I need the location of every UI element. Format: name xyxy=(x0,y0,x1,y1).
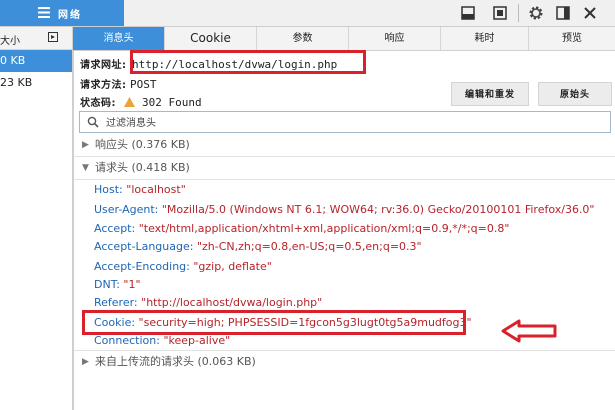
request-url-label: 请求网址: xyxy=(80,60,127,71)
request-size: 23 KB xyxy=(0,76,33,89)
request-headers-label: 请求头 (0.418 KB) xyxy=(95,161,190,174)
header-row: DNT: "1" xyxy=(94,278,141,291)
undock-icon[interactable] xyxy=(493,6,507,20)
expand-arrow-icon: ▶ xyxy=(82,140,89,150)
status-code-value: 302 Found xyxy=(142,96,202,109)
expand-arrow-icon: ▶ xyxy=(82,357,89,367)
request-list: 大小 0 KB 23 KB xyxy=(0,27,73,410)
detail-tabs: 消息头 Cookie 参数 响应 耗时 预览 xyxy=(73,27,615,51)
tab-cookie[interactable]: Cookie xyxy=(165,27,257,50)
header-value: "Mozilla/5.0 (Windows NT 6.1; WOW64; rv:… xyxy=(161,203,595,216)
status-code-line: 状态码: 302 Found xyxy=(80,94,202,109)
header-value: "1" xyxy=(123,278,141,291)
collapse-arrow-icon: ▼ xyxy=(82,163,89,173)
filter-input[interactable] xyxy=(104,114,598,132)
edit-resend-button[interactable]: 编辑和重发 xyxy=(451,82,529,106)
close-icon[interactable] xyxy=(583,6,597,20)
search-icon xyxy=(87,116,99,128)
network-tab[interactable]: 网络 xyxy=(0,0,124,26)
tab-response[interactable]: 响应 xyxy=(349,27,441,50)
header-name: User-Agent: xyxy=(94,203,159,216)
cookie-highlight-box xyxy=(82,310,466,335)
header-value: "localhost" xyxy=(126,183,186,196)
header-row: User-Agent: "Mozilla/5.0 (Windows NT 6.1… xyxy=(94,203,595,216)
header-name: Referer: xyxy=(94,296,138,309)
edit-resend-label: 编辑和重发 xyxy=(464,90,515,100)
response-headers-label: 响应头 (0.376 KB) xyxy=(95,138,190,151)
raw-headers-button[interactable]: 原始头 xyxy=(538,82,612,106)
tab-label: 消息头 xyxy=(103,33,134,44)
tab-label: 耗时 xyxy=(474,33,495,44)
column-toggle-icon[interactable] xyxy=(48,32,58,42)
request-method-label: 请求方法: xyxy=(80,80,127,91)
tab-headers[interactable]: 消息头 xyxy=(73,27,165,50)
header-row: Connection: "keep-alive" xyxy=(94,334,230,347)
header-filter[interactable] xyxy=(79,111,611,133)
tab-timings[interactable]: 耗时 xyxy=(441,27,529,50)
header-value: "http://localhost/dvwa/login.php" xyxy=(141,296,323,309)
tab-label: Cookie xyxy=(190,31,231,45)
header-name: Accept: xyxy=(94,222,136,235)
header-name: Connection: xyxy=(94,334,160,347)
header-name: Accept-Language: xyxy=(94,240,194,253)
header-row: Accept: "text/html,application/xhtml+xml… xyxy=(94,222,509,235)
dock-side-icon[interactable] xyxy=(556,6,570,20)
header-name: DNT: xyxy=(94,278,120,291)
header-row: Host: "localhost" xyxy=(94,183,186,196)
left-arrow-icon xyxy=(501,319,557,343)
request-row[interactable]: 23 KB xyxy=(0,72,72,94)
header-value: "keep-alive" xyxy=(163,334,231,347)
dock-bottom-icon[interactable] xyxy=(461,6,475,20)
request-row[interactable]: 0 KB xyxy=(0,50,72,72)
header-row: Referer: "http://localhost/dvwa/login.ph… xyxy=(94,296,322,309)
tab-preview[interactable]: 预览 xyxy=(529,27,615,50)
tab-label: 预览 xyxy=(562,33,582,44)
status-code-label: 状态码: xyxy=(80,98,116,109)
size-column-header[interactable]: 大小 xyxy=(0,27,72,50)
tab-label: 响应 xyxy=(384,33,405,44)
devtools-toolbar: 网络 xyxy=(0,0,615,27)
panel-divider xyxy=(73,50,74,410)
header-row: Accept-Language: "zh-CN,zh;q=0.8,en-US;q… xyxy=(94,240,422,253)
header-value: "gzip, deflate" xyxy=(193,260,272,273)
gear-icon[interactable] xyxy=(528,5,544,21)
upload-headers-section[interactable]: ▶ 来自上传流的请求头 (0.063 KB) xyxy=(73,350,615,373)
toolbar-divider xyxy=(518,4,519,22)
request-method-line: 请求方法: POST xyxy=(80,76,157,91)
tab-params[interactable]: 参数 xyxy=(257,27,349,50)
header-value: "zh-CN,zh;q=0.8,en-US;q=0.5,en;q=0.3" xyxy=(196,240,422,253)
header-row: Accept-Encoding: "gzip, deflate" xyxy=(94,260,272,273)
upload-headers-label: 来自上传流的请求头 (0.063 KB) xyxy=(95,355,256,368)
request-method-value: POST xyxy=(130,78,157,91)
header-name: Accept-Encoding: xyxy=(94,260,190,273)
request-size: 0 KB xyxy=(0,54,26,67)
network-tab-label: 网络 xyxy=(58,10,82,21)
response-headers-section[interactable]: ▶ 响应头 (0.376 KB) xyxy=(73,134,615,157)
header-value: "text/html,application/xhtml+xml,applica… xyxy=(138,222,510,235)
list-icon xyxy=(38,7,50,18)
raw-headers-label: 原始头 xyxy=(559,90,590,100)
url-highlight-box xyxy=(130,50,366,74)
size-column-label: 大小 xyxy=(0,36,20,47)
request-headers-section[interactable]: ▼ 请求头 (0.418 KB) xyxy=(73,157,615,180)
tab-label: 参数 xyxy=(292,33,313,44)
header-name: Host: xyxy=(94,183,123,196)
warning-icon xyxy=(123,97,135,107)
